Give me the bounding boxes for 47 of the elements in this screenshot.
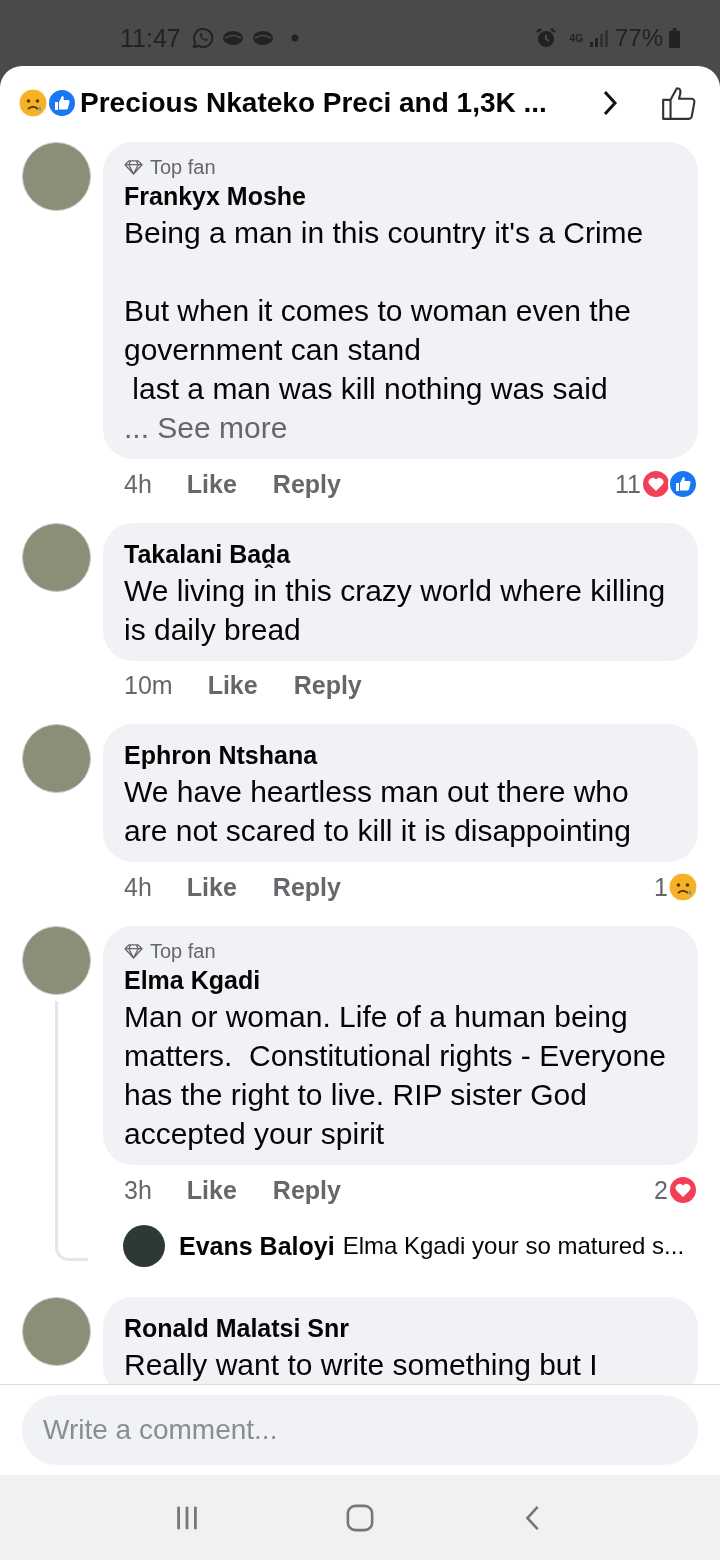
comment-input[interactable]: Write a comment... <box>22 1395 698 1465</box>
comment-text: Being a man in this country it's a Crime But when it comes to woman even the government can stand last a man was kill nothing was said <box>124 215 645 407</box>
signal-icon <box>588 28 609 48</box>
like-icon[interactable] <box>660 84 698 122</box>
comment-time: 10m <box>124 671 173 700</box>
reaction-count[interactable]: 11 <box>615 469 641 499</box>
reactions-title[interactable]: Precious Nkateko Preci and 1,3K ... <box>80 87 547 119</box>
reaction-count[interactable]: 1 <box>654 872 668 902</box>
comment-text: We have heartless man out there who are not scared to kill it is disappointing <box>124 774 632 849</box>
reply-preview[interactable]: Elma Kgadi your so matured s... <box>342 1232 685 1260</box>
reply-link[interactable]: Reply <box>293 671 362 700</box>
like-reaction-icon <box>668 469 698 499</box>
comment-time: 4h <box>124 469 152 499</box>
diamond-icon <box>124 160 143 175</box>
comment-text: Really want to write something but I <box>124 1347 599 1383</box>
like-reaction-icon <box>47 88 77 118</box>
commenter-name[interactable]: Frankyx Moshe <box>124 179 678 213</box>
top-fan-label: Top fan <box>150 940 216 963</box>
sad-reaction-icon <box>668 872 698 902</box>
battery-icon <box>669 28 680 48</box>
comment-time: 3h <box>124 1175 152 1205</box>
reaction-count[interactable]: 2 <box>654 1175 668 1205</box>
comment-text: Man or woman. Life of a human being matters. Constitutional rights - Everyone has the right to live. RIP sister God accepted your spirit <box>124 999 667 1152</box>
comment-time: 4h <box>124 872 152 902</box>
commenter-name[interactable]: Takalani Baḓa <box>124 537 678 571</box>
see-more-link[interactable]: ... See more <box>124 408 678 447</box>
heart-reaction-icon <box>641 469 671 499</box>
reply-link[interactable]: Reply <box>272 469 341 499</box>
home-icon[interactable] <box>346 1503 374 1532</box>
chat-app-icon <box>190 26 215 50</box>
sad-reaction-icon <box>18 88 48 118</box>
reply-link[interactable]: Reply <box>272 872 341 902</box>
like-link[interactable]: Like <box>186 872 237 902</box>
like-link[interactable]: Like <box>207 671 258 700</box>
diamond-icon <box>124 944 143 959</box>
reply-author[interactable]: Evans Baloyi <box>179 1231 335 1261</box>
like-link[interactable]: Like <box>186 469 237 499</box>
comment-text: We living in this crazy world where killing is daily bread <box>124 573 667 648</box>
top-fan-label: Top fan <box>150 156 216 179</box>
reply-link[interactable]: Reply <box>272 1175 341 1205</box>
heart-reaction-icon <box>668 1175 698 1205</box>
dot-icon <box>290 34 299 42</box>
avatar[interactable] <box>123 1225 165 1267</box>
commenter-name[interactable]: Ephron Ntshana <box>124 738 678 772</box>
commenter-name[interactable]: Elma Kgadi <box>124 963 678 997</box>
commenter-name[interactable]: Ronald Malatsi Snr <box>124 1311 678 1345</box>
like-link[interactable]: Like <box>186 1175 237 1205</box>
